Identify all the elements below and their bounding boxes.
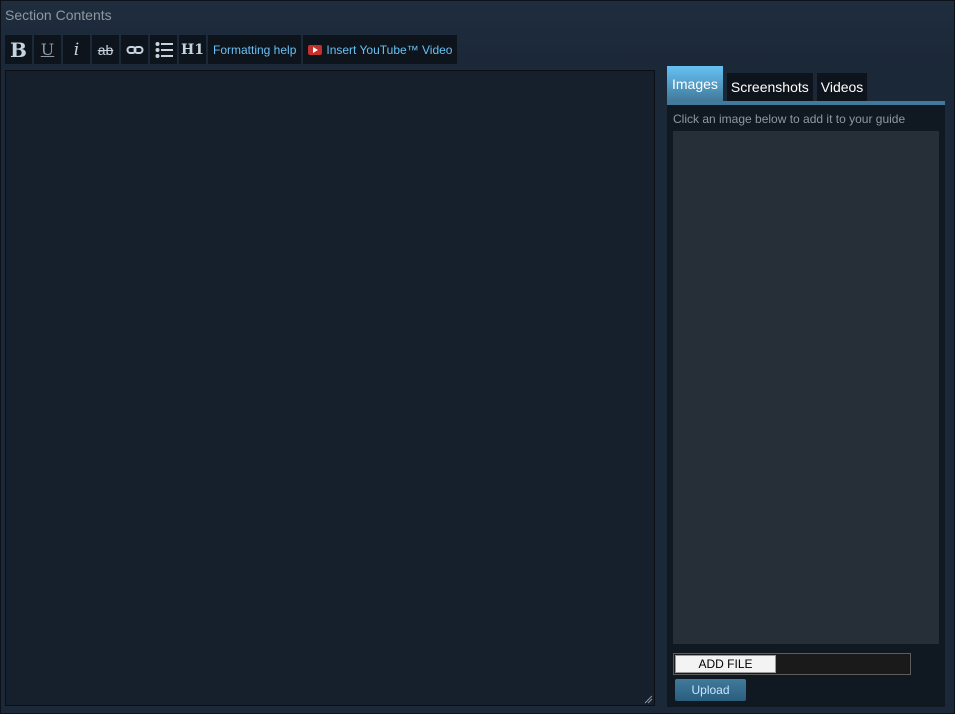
- section-title: Section Contents: [5, 7, 112, 23]
- image-gallery[interactable]: [673, 131, 939, 644]
- bold-button[interactable]: B: [5, 35, 32, 64]
- upload-button[interactable]: Upload: [675, 679, 746, 701]
- tab-screenshots[interactable]: Screenshots: [726, 73, 813, 101]
- media-tabs: Images Screenshots Videos: [667, 66, 868, 102]
- images-hint: Click an image below to add it to your g…: [673, 112, 906, 126]
- guide-section-editor: Section Contents B U i ab H1 Formatting …: [0, 0, 955, 714]
- link-icon: [126, 45, 143, 54]
- underline-button[interactable]: U: [34, 35, 61, 64]
- heading-button[interactable]: H1: [179, 35, 206, 64]
- insert-youtube-button[interactable]: Insert YouTube™ Video: [303, 35, 458, 64]
- formatting-help-link[interactable]: Formatting help: [208, 35, 302, 64]
- images-tab-content: Click an image below to add it to your g…: [667, 105, 945, 707]
- tab-videos[interactable]: Videos: [816, 73, 868, 101]
- italic-button[interactable]: i: [63, 35, 90, 64]
- link-button[interactable]: [121, 35, 148, 64]
- file-input[interactable]: ADD FILE: [673, 653, 911, 675]
- media-panel: Images Screenshots Videos Click an image…: [667, 66, 945, 707]
- section-contents-textarea[interactable]: [5, 70, 655, 706]
- youtube-icon: [308, 44, 323, 55]
- list-button[interactable]: [150, 35, 177, 64]
- formatting-toolbar: B U i ab H1 Formatting help Insert YouTu…: [5, 35, 458, 65]
- resize-grip-icon[interactable]: [644, 695, 653, 704]
- bulleted-list-icon: [155, 41, 173, 58]
- strikethrough-button[interactable]: ab: [92, 35, 119, 64]
- insert-youtube-label: Insert YouTube™ Video: [326, 42, 453, 57]
- tab-images[interactable]: Images: [667, 66, 723, 101]
- add-file-button[interactable]: ADD FILE: [675, 655, 776, 673]
